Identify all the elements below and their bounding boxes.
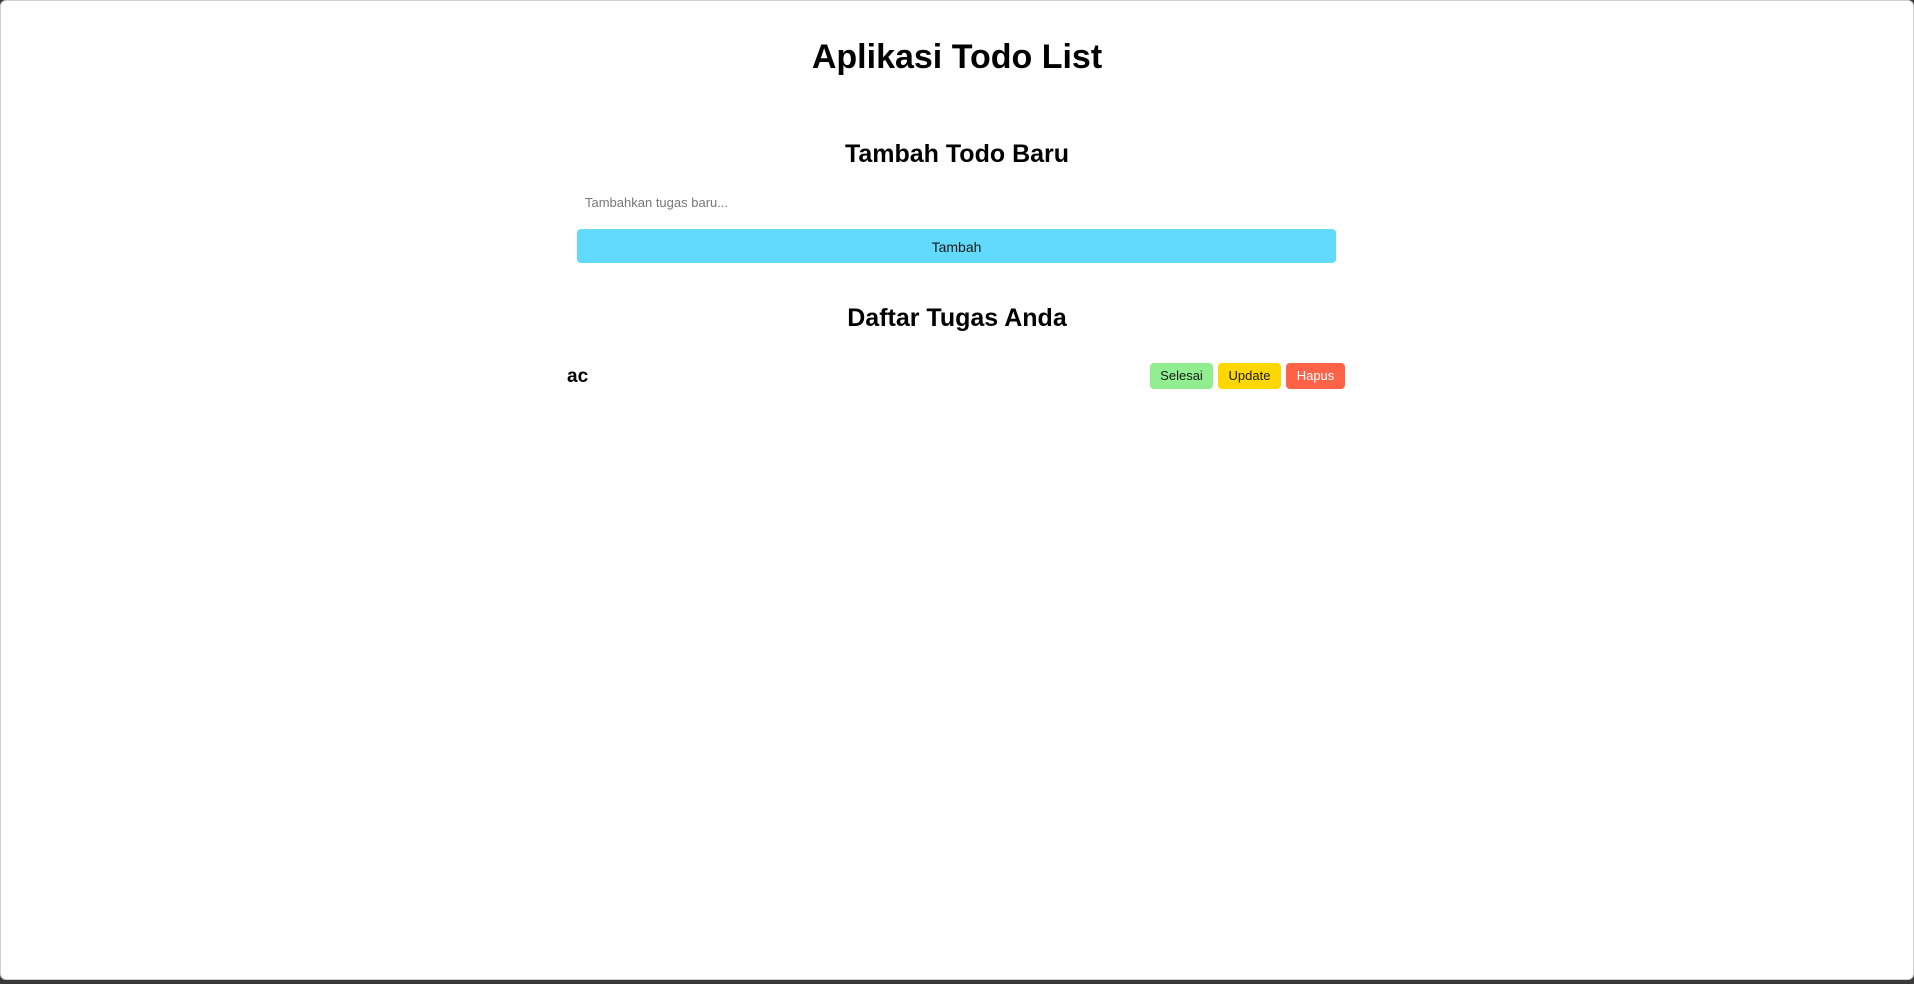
todo-item: ac Selesai Update Hapus — [567, 363, 1345, 390]
update-todo-button[interactable]: Update — [1218, 363, 1281, 389]
page-title: Aplikasi Todo List — [811, 38, 1103, 76]
new-todo-input[interactable] — [577, 187, 1336, 217]
add-todo-heading: Tambah Todo Baru — [844, 140, 1070, 168]
todo-list-heading: Daftar Tugas Anda — [847, 304, 1067, 332]
add-todo-button[interactable]: Tambah — [577, 229, 1336, 263]
delete-todo-button[interactable]: Hapus — [1286, 363, 1345, 389]
todo-item-text: ac — [567, 366, 589, 387]
app-window: Aplikasi Todo List Tambah Todo Baru Tamb… — [0, 0, 1914, 980]
complete-todo-button[interactable]: Selesai — [1150, 363, 1213, 389]
todo-item-actions: Selesai Update Hapus — [1150, 363, 1345, 389]
